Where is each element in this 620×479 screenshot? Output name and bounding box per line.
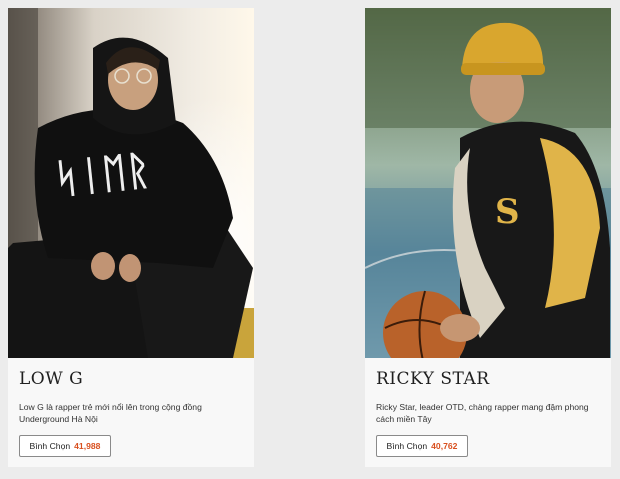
artist-description: Ricky Star, leader OTD, chàng rapper man… [376,402,589,424]
artist-name: RICKY STAR [376,369,490,389]
vote-count: 41,988 [74,441,101,451]
vote-label: Bình Chọn [29,441,71,451]
artist-card-ricky-star: S RICKY STAR Ricky Star, leader OTD, chà… [365,8,611,467]
artist-photo: ᛋᛁᛖᚱ [8,8,254,358]
vote-label: Bình Chọn [386,441,428,451]
svg-text:S: S [495,192,520,232]
artist-description: Low G là rapper trẻ mới nổi lên trong cộ… [19,402,202,424]
artist-card-low-g: ᛋᛁᛖᚱ LOW G Low G là rapper trẻ mới nổi l… [8,8,254,467]
vote-button[interactable]: Bình Chọn 40,762 [376,435,468,457]
artist-photo: S [365,8,611,358]
artist-name: LOW G [19,369,84,389]
vote-count: 40,762 [431,441,458,451]
svg-text:ᛋᛁᛖᚱ: ᛋᛁᛖᚱ [52,146,152,203]
vote-button[interactable]: Bình Chọn 41,988 [19,435,111,457]
